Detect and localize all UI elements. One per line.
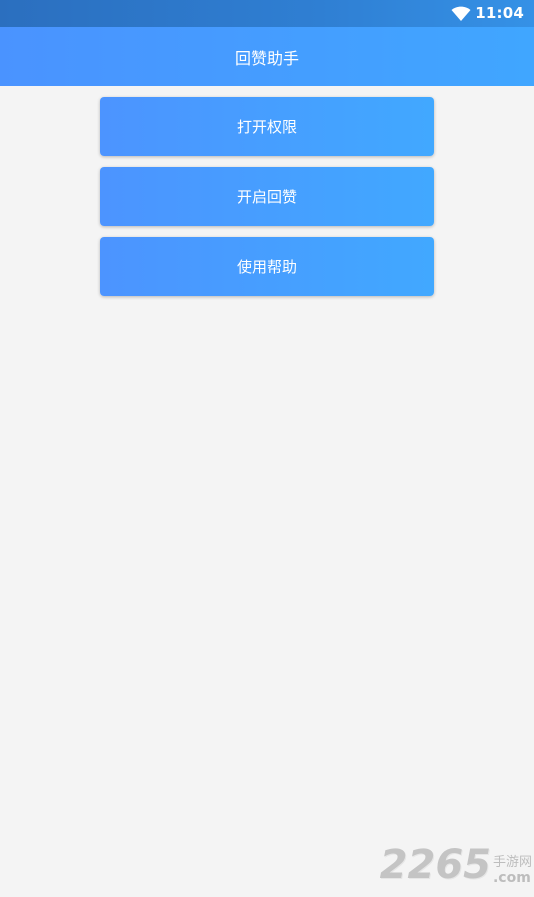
- wifi-icon: [451, 6, 471, 21]
- status-bar: 11:04: [0, 0, 534, 27]
- watermark-com: .com: [492, 870, 531, 886]
- app-bar: 回赞助手: [0, 27, 534, 86]
- enable-reply-like-button[interactable]: 开启回赞: [100, 167, 434, 226]
- watermark-digits: 2265: [379, 842, 491, 888]
- usage-help-button[interactable]: 使用帮助: [100, 237, 434, 296]
- usage-help-label: 使用帮助: [236, 258, 297, 276]
- enable-reply-like-label: 开启回赞: [236, 188, 297, 206]
- open-permission-button[interactable]: 打开权限: [100, 97, 434, 156]
- page-title: 回赞助手: [234, 48, 299, 68]
- open-permission-label: 打开权限: [236, 118, 297, 136]
- status-time: 11:04: [475, 4, 524, 22]
- watermark-side: 手游网 .com: [493, 856, 532, 885]
- watermark-logo: 2265 手游网 .com: [380, 845, 532, 885]
- watermark-cn: 手游网: [492, 855, 532, 870]
- button-list: 打开权限 开启回赞 使用帮助: [100, 97, 434, 307]
